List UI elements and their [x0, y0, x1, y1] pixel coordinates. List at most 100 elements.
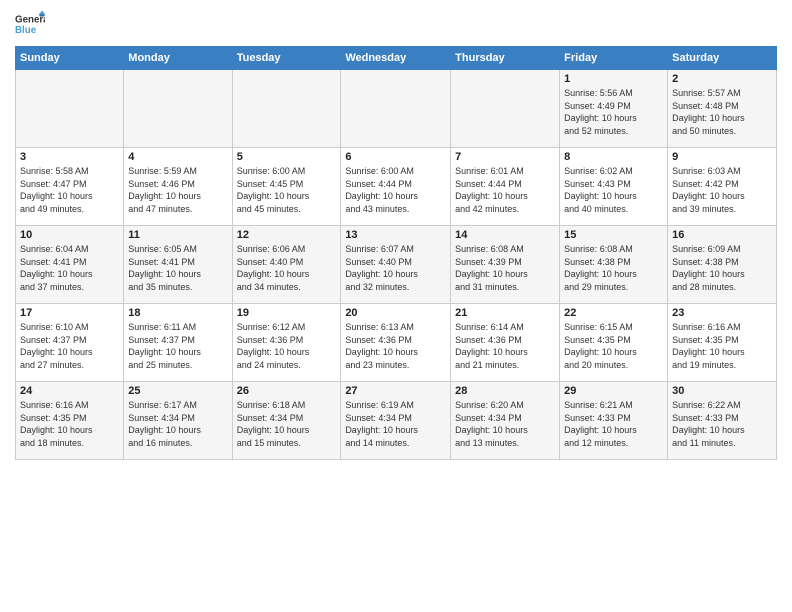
- calendar-cell: 10 Sunrise: 6:04 AM Sunset: 4:41 PM Dayli…: [16, 226, 124, 304]
- day-info: Sunrise: 6:07 AM Sunset: 4:40 PM Dayligh…: [345, 243, 446, 293]
- calendar-cell: 7 Sunrise: 6:01 AM Sunset: 4:44 PM Daylig…: [451, 148, 560, 226]
- day-info: Sunrise: 6:12 AM Sunset: 4:36 PM Dayligh…: [237, 321, 337, 371]
- day-number: 18: [128, 307, 227, 319]
- calendar-cell: 6 Sunrise: 6:00 AM Sunset: 4:44 PM Daylig…: [341, 148, 451, 226]
- day-info: Sunrise: 6:09 AM Sunset: 4:38 PM Dayligh…: [672, 243, 772, 293]
- calendar-week-row: 17Sunrise: 6:10 AM Sunset: 4:37 PM Dayli…: [16, 304, 777, 382]
- calendar-cell: 5Sunrise: 6:00 AM Sunset: 4:45 PM Daylig…: [232, 148, 341, 226]
- calendar-cell: 26 Sunrise: 6:18 AM Sunset: 4:34 PM Dayli…: [232, 382, 341, 460]
- calendar-cell: [341, 70, 451, 148]
- day-info: Sunrise: 6:14 AM Sunset: 4:36 PM Dayligh…: [455, 321, 555, 371]
- day-number: 14: [455, 229, 555, 241]
- day-number: 26: [237, 385, 337, 397]
- day-info: Sunrise: 6:10 AM Sunset: 4:37 PM Dayligh…: [20, 321, 119, 371]
- weekday-header-monday: Monday: [124, 47, 232, 70]
- day-number: 15: [564, 229, 663, 241]
- calendar-cell: 25Sunrise: 6:17 AM Sunset: 4:34 PM Dayli…: [124, 382, 232, 460]
- day-number: 30: [672, 385, 772, 397]
- day-number: 7: [455, 151, 555, 163]
- calendar-cell: 29Sunrise: 6:21 AM Sunset: 4:33 PM Dayli…: [560, 382, 668, 460]
- day-info: Sunrise: 6:02 AM Sunset: 4:43 PM Dayligh…: [564, 165, 663, 215]
- day-info: Sunrise: 6:04 AM Sunset: 4:41 PM Dayligh…: [20, 243, 119, 293]
- calendar-cell: [232, 70, 341, 148]
- calendar-cell: 2 Sunrise: 5:57 AM Sunset: 4:48 PM Daylig…: [668, 70, 777, 148]
- day-number: 2: [672, 73, 772, 85]
- day-info: Sunrise: 6:16 AM Sunset: 4:35 PM Dayligh…: [20, 399, 119, 449]
- calendar-cell: 21 Sunrise: 6:14 AM Sunset: 4:36 PM Dayli…: [451, 304, 560, 382]
- day-number: 6: [345, 151, 446, 163]
- calendar-cell: 30 Sunrise: 6:22 AM Sunset: 4:33 PM Dayli…: [668, 382, 777, 460]
- calendar-cell: 23 Sunrise: 6:16 AM Sunset: 4:35 PM Dayli…: [668, 304, 777, 382]
- calendar-cell: 17Sunrise: 6:10 AM Sunset: 4:37 PM Dayli…: [16, 304, 124, 382]
- day-info: Sunrise: 6:11 AM Sunset: 4:37 PM Dayligh…: [128, 321, 227, 371]
- day-info: Sunrise: 6:21 AM Sunset: 4:33 PM Dayligh…: [564, 399, 663, 449]
- calendar-cell: [124, 70, 232, 148]
- calendar-cell: 9 Sunrise: 6:03 AM Sunset: 4:42 PM Daylig…: [668, 148, 777, 226]
- day-number: 20: [345, 307, 446, 319]
- day-number: 9: [672, 151, 772, 163]
- day-number: 3: [20, 151, 119, 163]
- day-number: 10: [20, 229, 119, 241]
- calendar-cell: [451, 70, 560, 148]
- main-container: General Blue SundayMondayTuesdayWednesda…: [0, 0, 792, 465]
- day-info: Sunrise: 6:17 AM Sunset: 4:34 PM Dayligh…: [128, 399, 227, 449]
- calendar-cell: 15 Sunrise: 6:08 AM Sunset: 4:38 PM Dayli…: [560, 226, 668, 304]
- day-info: Sunrise: 6:03 AM Sunset: 4:42 PM Dayligh…: [672, 165, 772, 215]
- calendar-cell: 12 Sunrise: 6:06 AM Sunset: 4:40 PM Dayli…: [232, 226, 341, 304]
- calendar-cell: 19Sunrise: 6:12 AM Sunset: 4:36 PM Dayli…: [232, 304, 341, 382]
- calendar-cell: 1 Sunrise: 5:56 AM Sunset: 4:49 PM Daylig…: [560, 70, 668, 148]
- day-info: Sunrise: 6:01 AM Sunset: 4:44 PM Dayligh…: [455, 165, 555, 215]
- calendar-cell: 28 Sunrise: 6:20 AM Sunset: 4:34 PM Dayli…: [451, 382, 560, 460]
- day-info: Sunrise: 6:00 AM Sunset: 4:44 PM Dayligh…: [345, 165, 446, 215]
- logo-icon: General Blue: [15, 10, 45, 38]
- calendar-week-row: 1 Sunrise: 5:56 AM Sunset: 4:49 PM Daylig…: [16, 70, 777, 148]
- day-number: 11: [128, 229, 227, 241]
- calendar-cell: 27Sunrise: 6:19 AM Sunset: 4:34 PM Dayli…: [341, 382, 451, 460]
- day-info: Sunrise: 6:20 AM Sunset: 4:34 PM Dayligh…: [455, 399, 555, 449]
- day-info: Sunrise: 6:06 AM Sunset: 4:40 PM Dayligh…: [237, 243, 337, 293]
- header: General Blue: [15, 10, 777, 38]
- calendar-cell: 16 Sunrise: 6:09 AM Sunset: 4:38 PM Dayli…: [668, 226, 777, 304]
- day-info: Sunrise: 6:05 AM Sunset: 4:41 PM Dayligh…: [128, 243, 227, 293]
- calendar-week-row: 10 Sunrise: 6:04 AM Sunset: 4:41 PM Dayli…: [16, 226, 777, 304]
- day-info: Sunrise: 6:13 AM Sunset: 4:36 PM Dayligh…: [345, 321, 446, 371]
- calendar-cell: 8 Sunrise: 6:02 AM Sunset: 4:43 PM Daylig…: [560, 148, 668, 226]
- day-info: Sunrise: 5:57 AM Sunset: 4:48 PM Dayligh…: [672, 87, 772, 137]
- calendar-table: SundayMondayTuesdayWednesdayThursdayFrid…: [15, 46, 777, 460]
- day-number: 13: [345, 229, 446, 241]
- day-info: Sunrise: 6:08 AM Sunset: 4:39 PM Dayligh…: [455, 243, 555, 293]
- day-info: Sunrise: 5:56 AM Sunset: 4:49 PM Dayligh…: [564, 87, 663, 137]
- calendar-cell: 18 Sunrise: 6:11 AM Sunset: 4:37 PM Dayli…: [124, 304, 232, 382]
- day-number: 22: [564, 307, 663, 319]
- calendar-cell: [16, 70, 124, 148]
- day-info: Sunrise: 6:19 AM Sunset: 4:34 PM Dayligh…: [345, 399, 446, 449]
- calendar-cell: 11 Sunrise: 6:05 AM Sunset: 4:41 PM Dayli…: [124, 226, 232, 304]
- day-info: Sunrise: 5:58 AM Sunset: 4:47 PM Dayligh…: [20, 165, 119, 215]
- day-number: 4: [128, 151, 227, 163]
- calendar-week-row: 24 Sunrise: 6:16 AM Sunset: 4:35 PM Dayli…: [16, 382, 777, 460]
- day-number: 21: [455, 307, 555, 319]
- day-info: Sunrise: 5:59 AM Sunset: 4:46 PM Dayligh…: [128, 165, 227, 215]
- day-info: Sunrise: 6:08 AM Sunset: 4:38 PM Dayligh…: [564, 243, 663, 293]
- calendar-cell: 24 Sunrise: 6:16 AM Sunset: 4:35 PM Dayli…: [16, 382, 124, 460]
- day-info: Sunrise: 6:22 AM Sunset: 4:33 PM Dayligh…: [672, 399, 772, 449]
- calendar-cell: 3 Sunrise: 5:58 AM Sunset: 4:47 PM Daylig…: [16, 148, 124, 226]
- day-number: 12: [237, 229, 337, 241]
- weekday-header-wednesday: Wednesday: [341, 47, 451, 70]
- weekday-header-thursday: Thursday: [451, 47, 560, 70]
- day-number: 24: [20, 385, 119, 397]
- day-number: 16: [672, 229, 772, 241]
- calendar-cell: 4 Sunrise: 5:59 AM Sunset: 4:46 PM Daylig…: [124, 148, 232, 226]
- svg-text:Blue: Blue: [15, 25, 37, 36]
- weekday-header-saturday: Saturday: [668, 47, 777, 70]
- day-number: 1: [564, 73, 663, 85]
- day-number: 28: [455, 385, 555, 397]
- day-number: 23: [672, 307, 772, 319]
- day-info: Sunrise: 6:18 AM Sunset: 4:34 PM Dayligh…: [237, 399, 337, 449]
- day-number: 8: [564, 151, 663, 163]
- day-info: Sunrise: 6:15 AM Sunset: 4:35 PM Dayligh…: [564, 321, 663, 371]
- weekday-header-tuesday: Tuesday: [232, 47, 341, 70]
- weekday-header-row: SundayMondayTuesdayWednesdayThursdayFrid…: [16, 47, 777, 70]
- day-info: Sunrise: 6:16 AM Sunset: 4:35 PM Dayligh…: [672, 321, 772, 371]
- day-info: Sunrise: 6:00 AM Sunset: 4:45 PM Dayligh…: [237, 165, 337, 215]
